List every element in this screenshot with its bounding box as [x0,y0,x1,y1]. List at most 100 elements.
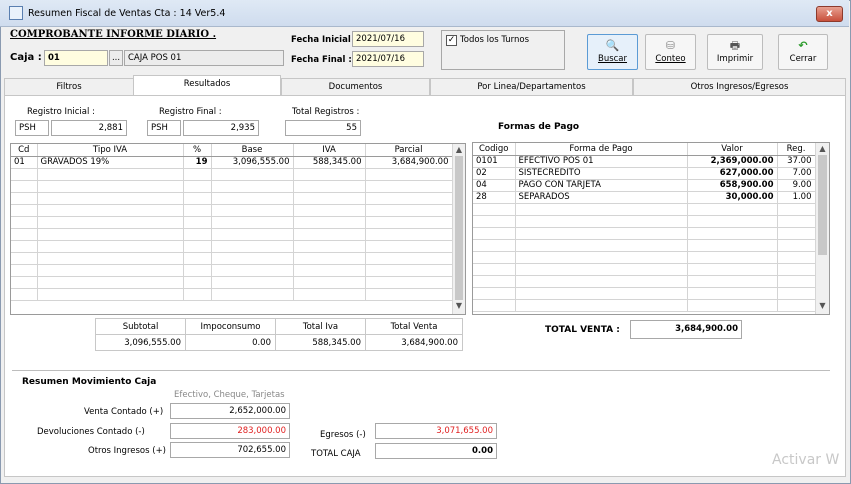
tab-documentos[interactable]: Documentos [281,78,430,95]
cell-valor: 30,000.00 [687,191,778,204]
col-parcial: Parcial [365,144,453,157]
scroll-thumb[interactable] [455,156,463,300]
devoluciones-value: 283,000.00 [170,423,290,439]
cell-forma-pago: SISTECREDITO [515,167,688,180]
impoconsumo-value: 0.00 [185,334,276,351]
fecha-inicial-input[interactable]: 2021/07/16 [352,31,424,47]
fecha-final-label: Fecha Final : [291,55,352,65]
cell-codigo: 04 [473,179,516,192]
imprimir-button[interactable]: 🖶 Imprimir [707,34,763,70]
col-base: Base [211,144,294,157]
table-row[interactable]: 02 SISTECREDITO 627,000.00 7.00 [473,167,816,180]
pagos-table: Codigo Forma de Pago Valor Reg. 0101 EFEC… [473,143,816,312]
activation-watermark: Activar W [772,452,840,468]
cell-codigo: 0101 [473,155,516,168]
total-venta-value: 3,684,900.00 [365,334,463,351]
tab-resultados[interactable]: Resultados [133,75,281,96]
undo-arrow-icon: ↶ [798,39,808,52]
cell-forma-pago: EFECTIVO POS 01 [515,155,688,168]
col-porcentaje: % [183,144,212,157]
venta-contado-value: 2,652,000.00 [170,403,290,419]
venta-contado-label: Venta Contado (+) [84,407,164,417]
registro-inicial-value: 2,881 [51,120,127,136]
todos-turnos-checkbox[interactable]: ✓ [446,35,457,46]
total-iva-value: 588,345.00 [275,334,366,351]
window-title: Resumen Fiscal de Ventas Cta : 14 Ver5.4 [28,8,226,19]
scroll-down-icon[interactable]: ▼ [453,300,465,312]
buscar-button[interactable]: 🔍 Buscar [587,34,638,70]
col-iva: IVA [293,144,366,157]
cell-parcial: 3,684,900.00 [365,156,453,169]
col-forma-pago: Forma de Pago [515,143,688,156]
total-caja-label: TOTAL CAJA [311,449,361,459]
total-registros-value: 55 [285,120,361,136]
app-icon [9,6,23,20]
iva-grid: Cd Tipo IVA % Base IVA Parcial 01 GRAVAD… [10,143,466,315]
movimiento-subtitle: Efectivo, Cheque, Tarjetas [174,390,285,400]
cell-reg: 7.00 [777,167,816,180]
total-caja-value: 0.00 [375,443,497,459]
table-row[interactable]: 28 SEPARADOS 30,000.00 1.00 [473,191,816,204]
printer-icon: 🖶 [729,39,741,52]
otros-ingresos-value: 702,655.00 [170,442,290,458]
cell-cd: 01 [11,156,38,169]
cell-iva: 588,345.00 [293,156,366,169]
table-row[interactable]: 01 GRAVADOS 19% 19 3,096,555.00 588,345.… [11,156,453,169]
registro-final-prefix: PSH [147,120,181,136]
cell-reg: 9.00 [777,179,816,192]
scroll-up-icon[interactable]: ▲ [816,143,829,155]
cell-porcentaje: 19 [183,156,212,169]
caja-code-input[interactable]: 01 [44,50,108,66]
close-window-button[interactable]: x [816,6,843,22]
pagos-scrollbar[interactable]: ▲ ▼ [815,143,829,314]
table-row[interactable]: 0101 EFECTIVO POS 01 2,369,000.00 37.00 [473,155,816,168]
col-codigo: Codigo [473,143,516,156]
formas-pago-title: Formas de Pago [498,122,580,132]
col-valor: Valor [687,143,778,156]
impoconsumo-label: Impoconsumo [185,318,276,335]
registro-final-label: Registro Final : [159,107,222,117]
scroll-up-icon[interactable]: ▲ [453,144,465,156]
cell-codigo: 28 [473,191,516,204]
tab-por-linea[interactable]: Por Linea/Departamentos [430,78,633,95]
registro-final-value: 2,935 [183,120,259,136]
summary-table: Subtotal Impoconsumo Total Iva Total Ven… [95,318,463,351]
caja-label: Caja : [10,52,42,63]
total-iva-label: Total Iva [275,318,366,335]
caja-browse-button[interactable]: ... [109,50,123,66]
subtotal-label: Subtotal [95,318,186,335]
cell-codigo: 02 [473,167,516,180]
scroll-thumb[interactable] [818,155,827,255]
caja-name-field: CAJA POS 01 [124,50,284,66]
col-reg: Reg. [777,143,816,156]
otros-ingresos-label: Otros Ingresos (+) [88,446,167,456]
col-tipo-iva: Tipo IVA [37,144,184,157]
iva-scrollbar[interactable]: ▲ ▼ [452,144,465,314]
cell-reg: 37.00 [777,155,816,168]
table-row[interactable]: 04 PAGO CON TARJETA 658,900.00 9.00 [473,179,816,192]
tab-otros-ingresos[interactable]: Otros Ingresos/Egresos [633,78,846,95]
report-title: COMPROBANTE INFORME DIARIO . [10,29,217,40]
cell-reg: 1.00 [777,191,816,204]
scroll-down-icon[interactable]: ▼ [816,300,829,312]
egresos-value: 3,071,655.00 [375,423,497,439]
subtotal-value: 3,096,555.00 [95,334,186,351]
conteo-label: Conteo [655,54,686,64]
fecha-final-input[interactable]: 2021/07/16 [352,51,424,67]
todos-turnos-label: Todos los Turnos [460,35,530,45]
iva-table: Cd Tipo IVA % Base IVA Parcial 01 GRAVAD… [11,144,453,301]
cell-valor: 627,000.00 [687,167,778,180]
conteo-button[interactable]: ⛁ Conteo [645,34,696,70]
buscar-label: Buscar [597,54,628,64]
section-divider [12,370,830,371]
pagos-grid: Codigo Forma de Pago Valor Reg. 0101 EFEC… [472,142,830,315]
iva-header-row: Cd Tipo IVA % Base IVA Parcial [11,144,453,157]
tab-filtros[interactable]: Filtros [4,78,134,95]
fecha-inicial-label: Fecha Inicial : [291,35,358,45]
cerrar-button[interactable]: ↶ Cerrar [778,34,828,70]
total-venta-field: 3,684,900.00 [630,320,742,339]
imprimir-label: Imprimir [716,54,754,64]
cell-base: 3,096,555.00 [211,156,294,169]
cell-tipo-iva: GRAVADOS 19% [37,156,184,169]
registro-inicial-prefix: PSH [15,120,49,136]
